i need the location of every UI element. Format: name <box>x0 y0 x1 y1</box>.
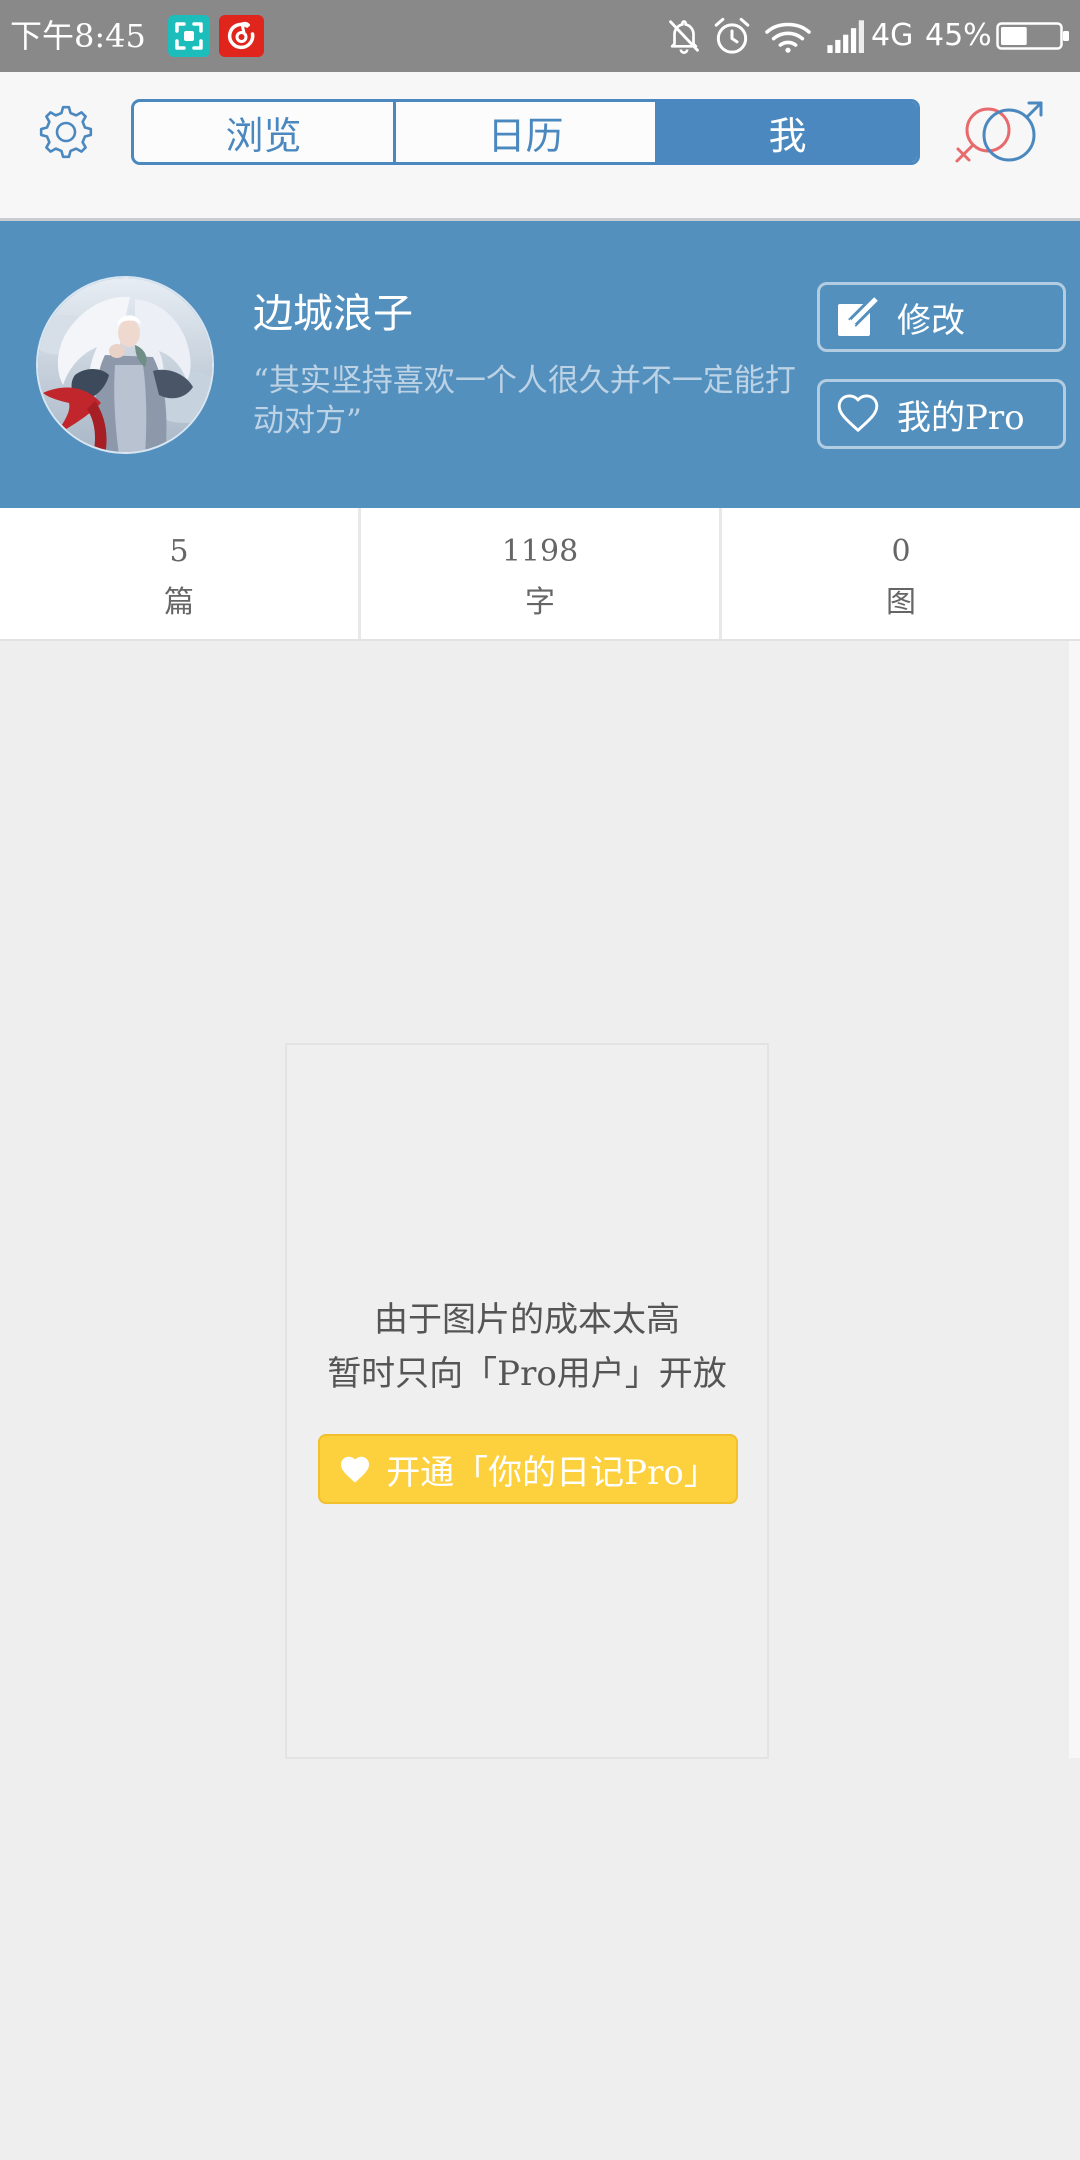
user-name: 边城浪子 <box>253 291 413 337</box>
battery-icon <box>996 22 1072 50</box>
netease-music-app-icon <box>219 15 264 57</box>
tab-me[interactable]: 我 <box>658 102 917 162</box>
stat-entries-label: 篇 <box>164 585 194 620</box>
profile-card: 边城浪子 “其实坚持喜欢一个人很久并不一定能打动对方” 修改 我的Pro <box>0 221 1080 508</box>
view-switcher: 浏览 日历 我 <box>131 99 920 165</box>
cellular-signal-icon <box>826 19 868 53</box>
stat-characters: 1198 字 <box>361 508 722 639</box>
tab-browse-label: 浏览 <box>225 113 302 158</box>
gear-icon[interactable] <box>38 104 94 160</box>
my-pro-label: 我的Pro <box>897 397 1025 438</box>
user-bio: “其实坚持喜欢一个人很久并不一定能打动对方” <box>253 363 796 439</box>
network-type: 4G <box>871 18 914 53</box>
notifications-muted-icon <box>665 17 703 55</box>
heart-outline-icon <box>835 391 881 437</box>
my-pro-button[interactable]: 我的Pro <box>817 379 1066 449</box>
upgrade-pro-button[interactable]: 开通「你的日记Pro」 <box>318 1434 738 1504</box>
stats-bar: 5 篇 1198 字 0 图 <box>0 508 1080 641</box>
pro-notice-line1: 由于图片的成本太高 <box>374 1300 680 1340</box>
tab-browse[interactable]: 浏览 <box>134 102 396 162</box>
header-bar: 浏览 日历 我 <box>0 72 1080 221</box>
status-bar: 下午8:45 4G 45% <box>0 0 1080 72</box>
tab-me-label: 我 <box>768 113 807 158</box>
wifi-icon <box>764 21 812 53</box>
heart-filled-icon <box>338 1454 372 1484</box>
battery-percent: 45% <box>925 18 992 53</box>
pro-notice-text: 由于图片的成本太高 暂时只向「Pro用户」开放 <box>287 1293 767 1401</box>
avatar[interactable] <box>35 275 215 455</box>
stat-images-value: 0 <box>891 534 911 569</box>
alarm-icon <box>712 15 752 57</box>
gender-symbol-icon[interactable] <box>945 98 1045 168</box>
stat-images-label: 图 <box>886 585 916 620</box>
diary-profile-screen: 下午8:45 4G 45% 浏览 日历 我 边城浪子 “其实坚持喜欢一个人很久并… <box>0 0 1080 2160</box>
tab-calendar[interactable]: 日历 <box>396 102 658 162</box>
tab-calendar-label: 日历 <box>487 113 564 158</box>
upgrade-pro-label: 开通「你的日记Pro」 <box>386 1452 718 1493</box>
stat-entries-value: 5 <box>169 534 189 569</box>
edit-profile-button[interactable]: 修改 <box>817 282 1066 352</box>
status-time: 下午8:45 <box>10 17 146 55</box>
pro-notice-line2: 暂时只向「Pro用户」开放 <box>327 1354 727 1394</box>
stat-characters-label: 字 <box>525 585 555 620</box>
edit-icon <box>835 294 881 340</box>
stat-characters-value: 1198 <box>501 534 579 569</box>
screen-capture-app-icon <box>168 15 210 57</box>
stat-entries: 5 篇 <box>0 508 361 639</box>
scrollbar[interactable] <box>1069 641 1080 1758</box>
edit-profile-label: 修改 <box>897 300 965 341</box>
stat-images: 0 图 <box>722 508 1080 639</box>
pro-upsell-card: 由于图片的成本太高 暂时只向「Pro用户」开放 开通「你的日记Pro」 <box>285 1043 769 1759</box>
